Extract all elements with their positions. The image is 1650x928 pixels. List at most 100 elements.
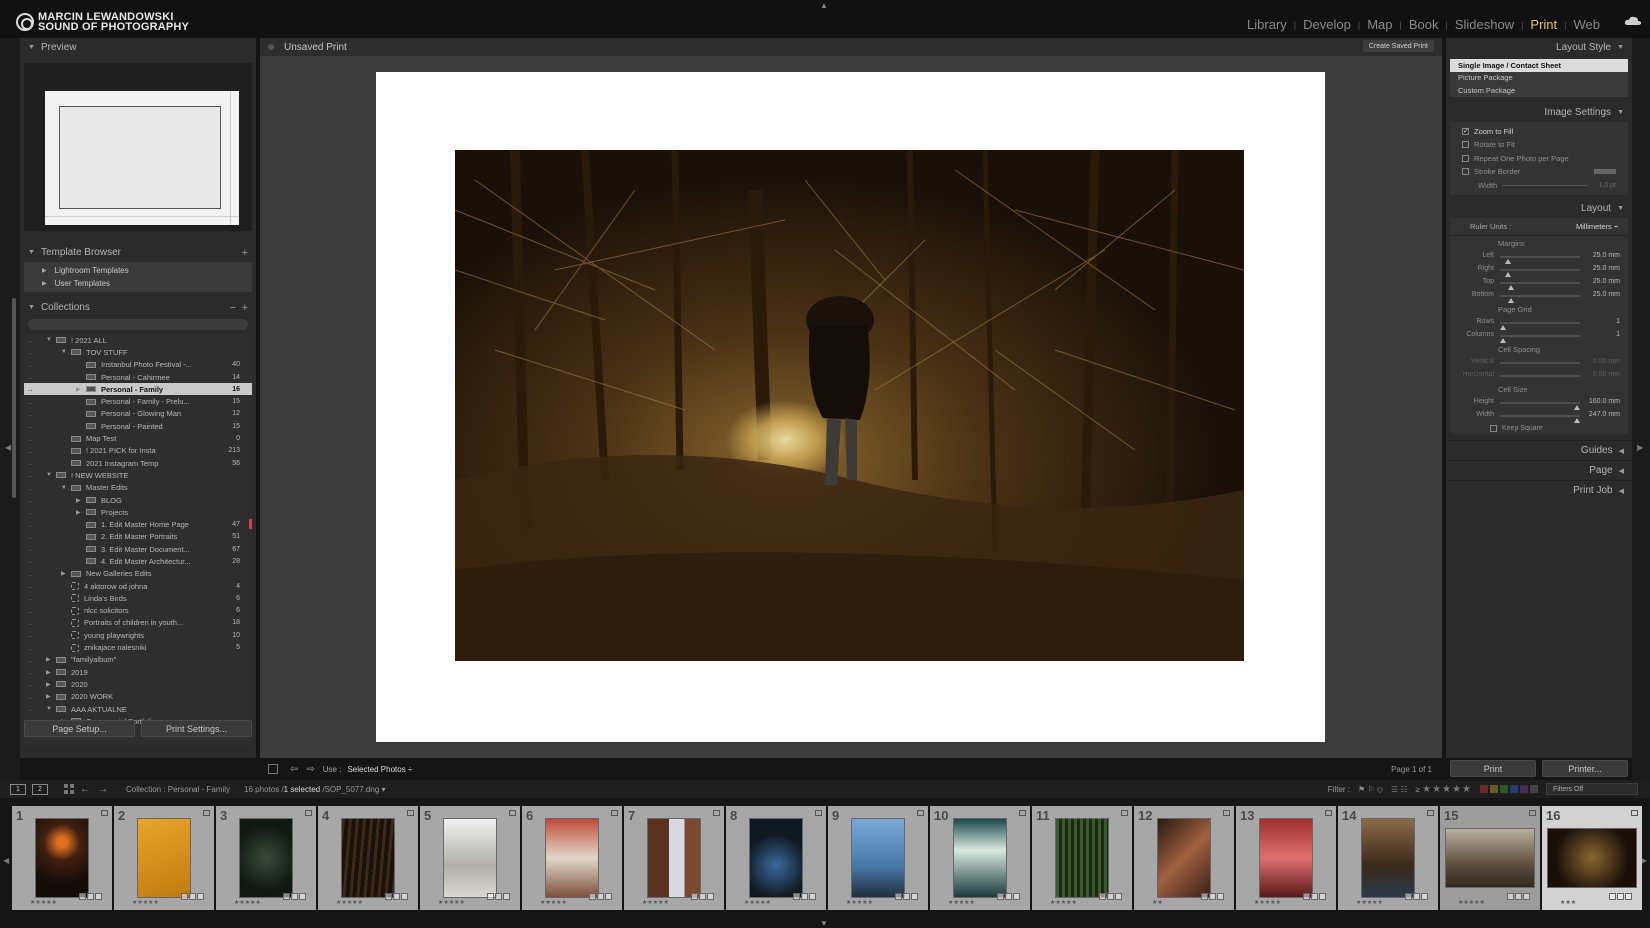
photo-thumbnail[interactable]	[851, 818, 905, 898]
photo-thumbnail[interactable]	[545, 818, 599, 898]
edit-badge-icon[interactable]	[79, 893, 86, 900]
filmstrip-cell[interactable]: 3 ★★★★★	[216, 806, 316, 910]
print-button[interactable]: Print	[1450, 760, 1536, 777]
edit-filter-icon[interactable]: ☰ ☷	[1391, 785, 1408, 794]
collection-row[interactable]: ‥ ▼ ! 2021 ALL	[24, 334, 252, 346]
template-folder[interactable]: ▶ User Templates	[24, 277, 252, 290]
rating-filter-stars[interactable]: ★★★★★	[1422, 784, 1472, 795]
filter-preset-select[interactable]: Filters Off	[1546, 783, 1638, 795]
layout-header[interactable]: Layout ▼	[1446, 199, 1632, 218]
photo-thumbnail[interactable]	[1157, 818, 1211, 898]
triangle-down-icon[interactable]: ▼	[46, 337, 56, 343]
collection-row[interactable]: ‥ nlcc solicitors 6	[24, 605, 252, 617]
cell-rating[interactable]: ★★★★★	[1050, 899, 1077, 906]
module-develop[interactable]: Develop	[1303, 17, 1351, 32]
checkbox[interactable]	[1462, 141, 1469, 149]
create-saved-print-button[interactable]: Create Saved Print	[1362, 40, 1434, 52]
forward-arrow-icon[interactable]: →	[98, 784, 108, 795]
color-label-filter[interactable]	[1480, 785, 1538, 793]
edit-badge-icon[interactable]	[1201, 893, 1208, 900]
photo-thumbnail[interactable]	[647, 818, 701, 898]
flag-filter-icon[interactable]: ⚑ ⚐ ◇	[1358, 785, 1383, 794]
slider-track[interactable]	[1500, 362, 1580, 364]
edit-badge-icon[interactable]	[1005, 893, 1012, 900]
slider-track[interactable]	[1500, 402, 1580, 410]
collection-row[interactable]: ‥ znikajace nalesniki 5	[24, 641, 252, 653]
edit-badge-icon[interactable]	[299, 893, 306, 900]
collection-row[interactable]: ‥ ▶ 2020 WORK	[24, 691, 252, 703]
collection-row[interactable]: ‥ ▶ BLOG	[24, 494, 252, 506]
checkbox[interactable]: ✓	[1462, 127, 1469, 135]
photo-thumbnail[interactable]	[137, 818, 191, 898]
add-collection-icon[interactable]: +	[242, 302, 248, 314]
layout-style-option[interactable]: Single Image / Contact Sheet	[1450, 59, 1628, 72]
slider-track[interactable]	[1500, 256, 1580, 264]
filmstrip-cell[interactable]: 2 ★★★★★	[114, 806, 214, 910]
filmstrip-cell[interactable]: 4 ★★★★★	[318, 806, 418, 910]
collapse-left-arrow-icon[interactable]: ◀	[5, 443, 11, 452]
toggle-square-icon[interactable]	[268, 764, 278, 774]
module-book[interactable]: Book	[1409, 17, 1439, 32]
module-web[interactable]: Web	[1574, 17, 1601, 32]
edit-badge-icon[interactable]	[801, 893, 808, 900]
slider-knob[interactable]	[1500, 338, 1506, 343]
slider-knob[interactable]	[1574, 418, 1580, 423]
edit-badge-icon[interactable]	[895, 893, 902, 900]
preview-header[interactable]: ▼ Preview	[20, 38, 256, 57]
collection-row[interactable]: ‥ ▶ "familyalbum"	[24, 654, 252, 666]
cell-rating[interactable]: ★★★★★	[438, 899, 465, 906]
edit-badge-icon[interactable]	[1609, 893, 1616, 900]
stroke-color-swatch[interactable]	[1594, 169, 1616, 175]
collections-header[interactable]: ▼ Collections − +	[20, 298, 256, 317]
triangle-right-icon[interactable]: ▶	[76, 509, 86, 516]
cell-rating[interactable]: ★★★★★	[642, 899, 669, 906]
print-settings-button[interactable]: Print Settings...	[141, 720, 252, 737]
collection-row[interactable]: ‥ ▶ Personal - Family 16	[24, 383, 252, 396]
page-setup-button[interactable]: Page Setup...	[24, 720, 135, 737]
collection-row[interactable]: ‥ Personal - Glowing Man 12	[24, 408, 252, 420]
left-panel-scrollbar[interactable]	[12, 298, 16, 498]
triangle-right-icon[interactable]: ▶	[46, 681, 56, 688]
edit-badge-icon[interactable]	[1115, 893, 1122, 900]
photo-thumbnail[interactable]	[1055, 818, 1109, 898]
cell-rating[interactable]: ★★★★★	[234, 899, 261, 906]
ruler-units-select[interactable]: Millimeters ÷	[1576, 222, 1618, 231]
edit-badge-icon[interactable]	[1617, 893, 1624, 900]
photo-thumbnail[interactable]	[1445, 828, 1535, 888]
edit-badge-icon[interactable]	[283, 893, 290, 900]
triangle-right-icon[interactable]: ▶	[76, 497, 86, 504]
photo-thumbnail[interactable]	[1361, 818, 1415, 898]
module-print[interactable]: Print	[1530, 17, 1557, 32]
edit-badge-icon[interactable]	[1507, 893, 1514, 900]
module-slideshow[interactable]: Slideshow	[1455, 17, 1514, 32]
image-setting-row[interactable]: Rotate to Fit	[1450, 138, 1628, 152]
module-library[interactable]: Library	[1247, 17, 1287, 32]
source-path[interactable]: Collection : Personal - Family	[126, 785, 230, 794]
edit-badge-icon[interactable]	[1099, 893, 1106, 900]
photo-thumbnail[interactable]	[953, 818, 1007, 898]
edit-badge-icon[interactable]	[793, 893, 800, 900]
triangle-down-icon[interactable]: ▼	[46, 472, 56, 478]
printer-button[interactable]: Printer...	[1542, 760, 1628, 777]
edit-badge-icon[interactable]	[699, 893, 706, 900]
stroke-width-slider[interactable]	[1502, 184, 1588, 186]
edit-badge-icon[interactable]	[1107, 893, 1114, 900]
collection-row[interactable]: ‥ ▼ TOV STUFF	[24, 346, 252, 358]
edit-badge-icon[interactable]	[401, 893, 408, 900]
grid-view-icon[interactable]	[64, 784, 74, 794]
edit-badge-icon[interactable]	[707, 893, 714, 900]
edit-badge-icon[interactable]	[1625, 893, 1632, 900]
collection-row[interactable]: ‥ ▼ AAA AKTUALNE	[24, 703, 252, 715]
checkbox[interactable]	[1462, 168, 1469, 176]
edit-badge-icon[interactable]	[1311, 893, 1318, 900]
module-map[interactable]: Map	[1367, 17, 1392, 32]
slider-knob[interactable]	[1508, 298, 1514, 303]
edit-badge-icon[interactable]	[181, 893, 188, 900]
cell-rating[interactable]: ★★★★★	[1254, 899, 1281, 906]
template-folder[interactable]: ▶ Lightroom Templates	[24, 264, 252, 277]
filmstrip-cell[interactable]: 6 ★★★★★	[522, 806, 622, 910]
triangle-down-icon[interactable]: ▼	[46, 706, 56, 712]
slider-track[interactable]	[1500, 295, 1580, 303]
collection-row[interactable]: ‥ 2. Edit Master Portraits 51	[24, 531, 252, 543]
keep-square-row[interactable]: Keep Square	[1450, 422, 1628, 434]
